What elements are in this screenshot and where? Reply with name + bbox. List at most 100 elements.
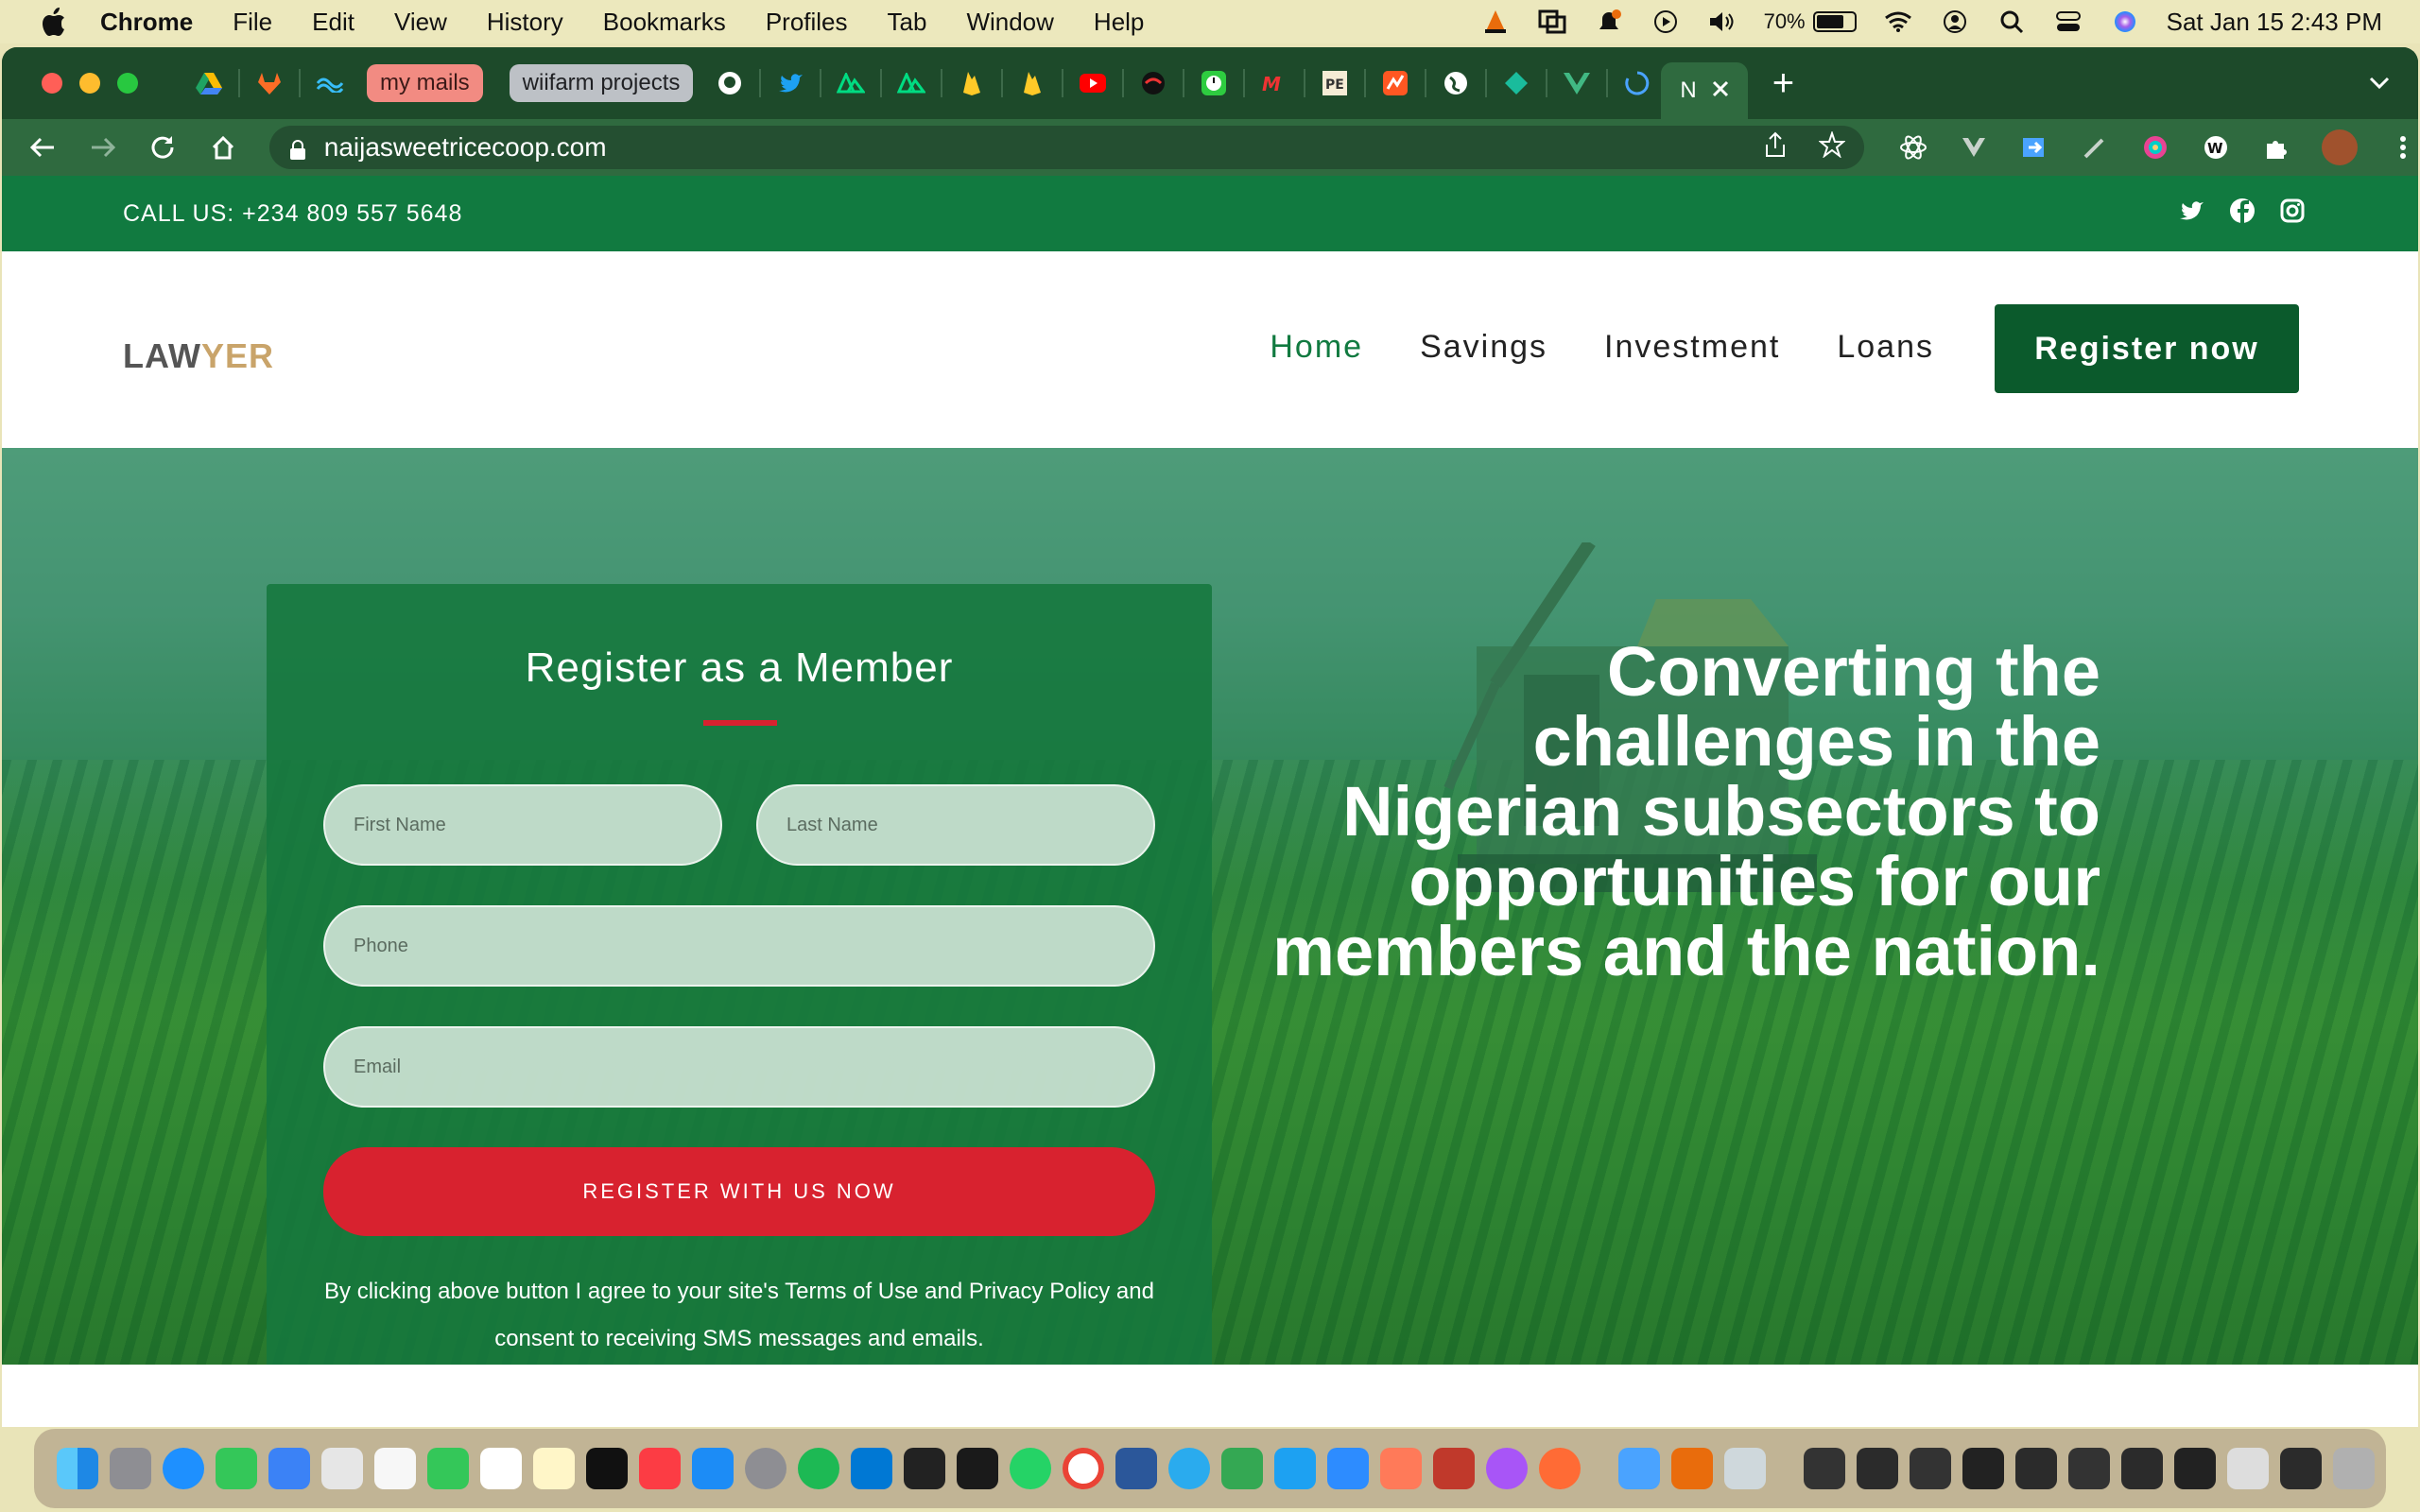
twitter-tab-icon[interactable] [776, 69, 804, 97]
zoom-icon[interactable] [1327, 1448, 1369, 1489]
calendar-icon[interactable] [480, 1448, 522, 1489]
window-thumbnail[interactable] [1962, 1448, 2004, 1489]
nav-investment[interactable]: Investment [1604, 329, 1780, 366]
register-now-button[interactable]: Register now [1995, 304, 2299, 393]
address-bar[interactable]: naijasweetricecoop.com [268, 126, 1865, 169]
volume-icon[interactable] [1707, 9, 1737, 35]
recorder-icon[interactable] [1539, 1448, 1581, 1489]
nuxt-tab-icon[interactable] [897, 69, 926, 97]
minimize-window-button[interactable] [79, 73, 100, 94]
messenger-icon[interactable] [1486, 1448, 1528, 1489]
menu-profiles[interactable]: Profiles [766, 8, 848, 37]
facebook-icon[interactable] [2229, 198, 2256, 231]
spotify-icon[interactable] [798, 1448, 839, 1489]
wappalyzer-icon[interactable]: W [2201, 132, 2231, 163]
window-thumbnail[interactable] [2015, 1448, 2057, 1489]
siri-icon[interactable] [2110, 9, 2140, 35]
email-input[interactable]: Email [323, 1026, 1155, 1108]
wifi-icon[interactable] [1883, 9, 1913, 35]
chrome-icon[interactable] [1063, 1448, 1104, 1489]
diamond-tab-icon[interactable] [1502, 69, 1530, 97]
back-button[interactable] [23, 128, 62, 167]
react-devtools-icon[interactable] [1898, 132, 1928, 163]
bookmark-star-icon[interactable] [1818, 129, 1846, 164]
app-store-icon[interactable] [692, 1448, 734, 1489]
window-thumbnail[interactable] [2280, 1448, 2322, 1489]
url-text[interactable]: naijasweetricecoop.com [324, 132, 607, 163]
system-preferences-icon[interactable] [745, 1448, 786, 1489]
photos-icon[interactable] [374, 1448, 416, 1489]
finder-icon[interactable] [57, 1448, 98, 1489]
new-tab-button[interactable]: + [1772, 62, 1794, 105]
firebase-tab-icon[interactable] [1018, 69, 1046, 97]
apple-tv-icon[interactable] [586, 1448, 628, 1489]
globe-tab-icon[interactable] [1442, 69, 1470, 97]
nav-savings[interactable]: Savings [1420, 329, 1547, 366]
instagram-icon[interactable] [2280, 198, 2305, 230]
nav-home[interactable]: Home [1270, 329, 1363, 366]
activity-monitor-icon[interactable] [957, 1448, 998, 1489]
tab-search-chevron-icon[interactable] [2369, 66, 2390, 96]
nav-loans[interactable]: Loans [1837, 329, 1934, 366]
apple-menu-icon[interactable] [40, 8, 68, 36]
messages-icon[interactable] [216, 1448, 257, 1489]
youtube-tab-icon[interactable] [1079, 69, 1107, 97]
gitlab-tab-icon[interactable] [255, 69, 284, 97]
whatsapp-icon[interactable] [1010, 1448, 1051, 1489]
menu-help[interactable]: Help [1094, 8, 1144, 37]
window-thumbnail[interactable] [2227, 1448, 2269, 1489]
battery-indicator[interactable]: 70% [1764, 9, 1857, 34]
color-picker-icon[interactable] [2140, 132, 2170, 163]
migration-assistant-icon[interactable] [1618, 1448, 1660, 1489]
first-name-input[interactable]: First Name [323, 784, 722, 866]
menu-history[interactable]: History [487, 8, 563, 37]
music-icon[interactable] [639, 1448, 681, 1489]
tab-group-my-mails[interactable]: my mails [367, 64, 483, 102]
firebase-tab-icon[interactable] [958, 69, 986, 97]
window-thumbnail[interactable] [2068, 1448, 2110, 1489]
menu-edit[interactable]: Edit [312, 8, 354, 37]
close-window-button[interactable] [42, 73, 62, 94]
twitter-dock-icon[interactable] [1274, 1448, 1316, 1489]
eyedropper-icon[interactable] [2080, 132, 2110, 163]
twitter-icon[interactable] [2178, 199, 2204, 229]
notification-bell-icon[interactable] [1594, 9, 1624, 35]
menu-file[interactable]: File [233, 8, 272, 37]
close-tab-icon[interactable] [1712, 77, 1729, 104]
window-thumbnail[interactable] [2121, 1448, 2163, 1489]
trash-icon[interactable] [2333, 1448, 2375, 1489]
sketch-pen-icon[interactable] [1380, 1448, 1422, 1489]
phone-input[interactable]: Phone [323, 905, 1155, 987]
nuxt-tab-icon[interactable] [837, 69, 866, 97]
tab-group-wiifarm-projects[interactable]: wiifarm projects [509, 64, 694, 102]
forward-button[interactable] [83, 128, 123, 167]
vlc-dock-icon[interactable] [1671, 1448, 1713, 1489]
control-center-icon[interactable] [2053, 9, 2083, 35]
extensions-puzzle-icon[interactable] [2261, 132, 2291, 163]
window-thumbnail[interactable] [1804, 1448, 1845, 1489]
profile-avatar[interactable] [2322, 129, 2359, 165]
database-icon[interactable] [1433, 1448, 1475, 1489]
last-name-input[interactable]: Last Name [756, 784, 1155, 866]
word-icon[interactable] [1115, 1448, 1157, 1489]
vlc-status-icon[interactable] [1480, 9, 1511, 35]
pe-tab-icon[interactable]: PE [1321, 69, 1349, 97]
menu-bookmarks[interactable]: Bookmarks [603, 8, 726, 37]
google-drive-tab-icon[interactable] [195, 69, 223, 97]
telegram-icon[interactable] [1168, 1448, 1210, 1489]
screen-share-icon[interactable] [1537, 9, 1567, 35]
site-logo[interactable]: LAWYER [123, 336, 274, 376]
menu-view[interactable]: View [394, 8, 447, 37]
spotlight-search-icon[interactable] [1996, 9, 2027, 35]
tailwind-tab-icon[interactable] [316, 69, 344, 97]
dark-app-tab-icon[interactable] [1139, 69, 1167, 97]
window-thumbnail[interactable] [1910, 1448, 1951, 1489]
vue-tab-icon[interactable] [1563, 69, 1591, 97]
reload-button[interactable] [143, 128, 182, 167]
mail-icon[interactable] [268, 1448, 310, 1489]
github-tab-icon[interactable] [716, 69, 744, 97]
menu-tab[interactable]: Tab [888, 8, 927, 37]
preview-icon[interactable] [1724, 1448, 1766, 1489]
home-button[interactable] [203, 128, 243, 167]
maximize-window-button[interactable] [117, 73, 138, 94]
